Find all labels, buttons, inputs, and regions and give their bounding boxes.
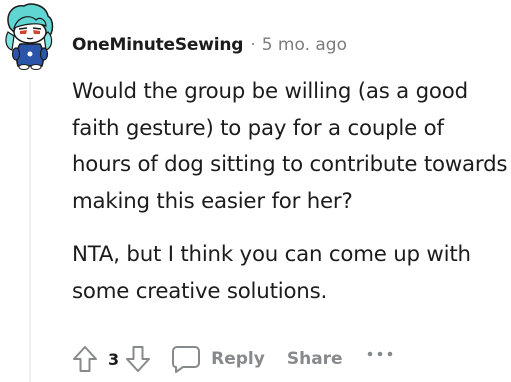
share-button[interactable]: Share — [287, 349, 343, 369]
comment-paragraph: Would the group be willing (as a good fa… — [72, 79, 508, 214]
reply-button[interactable]: Reply — [171, 344, 265, 374]
comment-meta: OneMinuteSewing · 5 mo. ago — [72, 32, 347, 58]
ellipsis-icon — [367, 351, 392, 357]
comment-paragraph: NTA, but I think you can come up with so… — [72, 242, 471, 304]
reply-label: Reply — [211, 349, 265, 369]
username-link[interactable]: OneMinuteSewing — [72, 35, 243, 55]
more-options-button[interactable] — [367, 351, 393, 367]
meta-separator: · — [250, 35, 256, 55]
thread-line[interactable] — [29, 80, 31, 382]
upvote-button[interactable] — [68, 342, 102, 376]
timestamp[interactable]: 5 mo. ago — [262, 35, 347, 55]
arrow-down-icon — [126, 346, 151, 372]
comment: OneMinuteSewing · 5 mo. ago Would the gr… — [0, 0, 511, 382]
speech-bubble-icon — [172, 346, 201, 373]
arrow-up-icon — [73, 346, 97, 372]
vote-score: 3 — [108, 349, 120, 369]
downvote-button[interactable] — [121, 342, 155, 376]
comment-action-bar: 3 Reply Share — [68, 340, 393, 378]
snoo-avatar-icon — [5, 3, 54, 70]
avatar[interactable] — [2, 2, 58, 72]
comment-body: Would the group be willing (as a good fa… — [72, 74, 508, 327]
